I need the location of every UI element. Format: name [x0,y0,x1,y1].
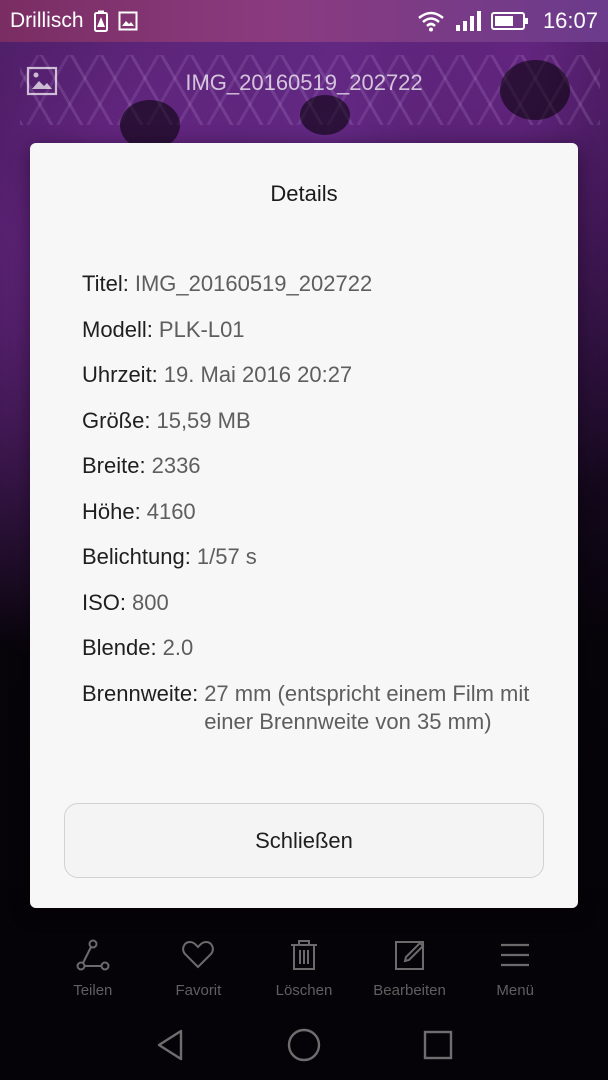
trash-icon [290,940,317,970]
recents-icon [423,1030,453,1060]
detail-value: PLK-L01 [158,316,245,342]
detail-row-model: Modell: PLK-L01 [82,317,542,363]
detail-label: Modell: [82,316,153,342]
action-label: Löschen [275,982,333,999]
detail-row-aperture: Blende: 2.0 [82,635,542,681]
detail-row-time: Uhrzeit: 19. Mai 2016 20:27 [82,362,542,408]
detail-value: 1/57 s [196,544,257,569]
action-label: Favorit [175,982,222,999]
details-dialog: Details Titel: IMG_20160519_202722 Model… [30,143,578,908]
delete-button[interactable]: Löschen [256,930,352,1010]
detail-label: Belichtung: [82,544,191,569]
status-bar: Drillisch 16:07 [0,0,608,42]
battery-icon [490,11,529,31]
detail-value: 27 mm (entspricht einem Film mit einer B… [204,680,530,734]
recents-button[interactable] [416,1023,460,1067]
detail-value: 2336 [151,453,201,478]
detail-row-height: Höhe: 4160 [82,499,542,545]
detail-label: Blende: [82,635,157,660]
share-icon [76,939,110,971]
dialog-title: Details [270,181,338,206]
details-list[interactable]: Titel: IMG_20160519_202722 Modell: PLK-L… [82,271,542,741]
action-label: Menü [496,982,534,999]
share-button[interactable]: Teilen [45,930,141,1010]
detail-label: Uhrzeit: [82,362,158,387]
detail-row-width: Breite: 2336 [82,453,542,499]
favorite-button[interactable]: Favorit [150,930,246,1010]
action-label: Teilen [73,982,113,999]
detail-value: IMG_20160519_202722 [134,271,373,296]
detail-value: 4160 [146,498,196,524]
gallery-header: IMG_20160519_202722 [0,42,608,124]
menu-icon [501,943,530,967]
heart-icon [182,940,215,969]
home-icon [287,1028,321,1062]
detail-label: ISO: [82,589,127,615]
detail-value: 15,59 MB [156,407,251,433]
carrier-name: Drillisch [10,9,84,32]
detail-label: Größe: [82,407,151,433]
status-time: 16:07 [542,8,598,33]
image-filename-title: IMG_20160519_202722 [185,70,423,95]
back-icon [157,1029,183,1061]
detail-row-exposure: Belichtung: 1/57 s [82,544,542,590]
detail-label: Titel: [82,271,129,296]
edit-button[interactable]: Bearbeiten [362,930,458,1010]
detail-value: 19. Mai 2016 20:27 [163,362,353,387]
detail-label: Brennweite: [82,680,199,706]
edit-icon [394,941,424,970]
detail-label: Höhe: [82,498,141,524]
signal-icon [455,10,481,32]
home-button[interactable] [282,1023,326,1067]
detail-label: Breite: [82,453,146,478]
navigation-bar [0,1010,608,1080]
detail-row-title: Titel: IMG_20160519_202722 [82,271,542,317]
detail-row-size: Größe: 15,59 MB [82,408,542,454]
detail-value: 800 [132,589,169,615]
close-button[interactable]: Schließen [64,803,544,878]
menu-button[interactable]: Menü [467,930,563,1010]
wifi-icon [417,10,445,32]
back-button[interactable] [148,1023,192,1067]
detail-row-iso: ISO: 800 [82,590,542,636]
action-bar: Teilen Favorit Löschen Bearbeiten Menü [0,930,608,1010]
detail-value: 2.0 [162,635,194,660]
detail-row-focal-length: Brennweite: 27 mm (entspricht einem Film… [82,681,542,736]
battery-alert-icon [92,10,110,32]
image-notification-icon [118,11,138,31]
action-label: Bearbeiten [373,982,446,999]
